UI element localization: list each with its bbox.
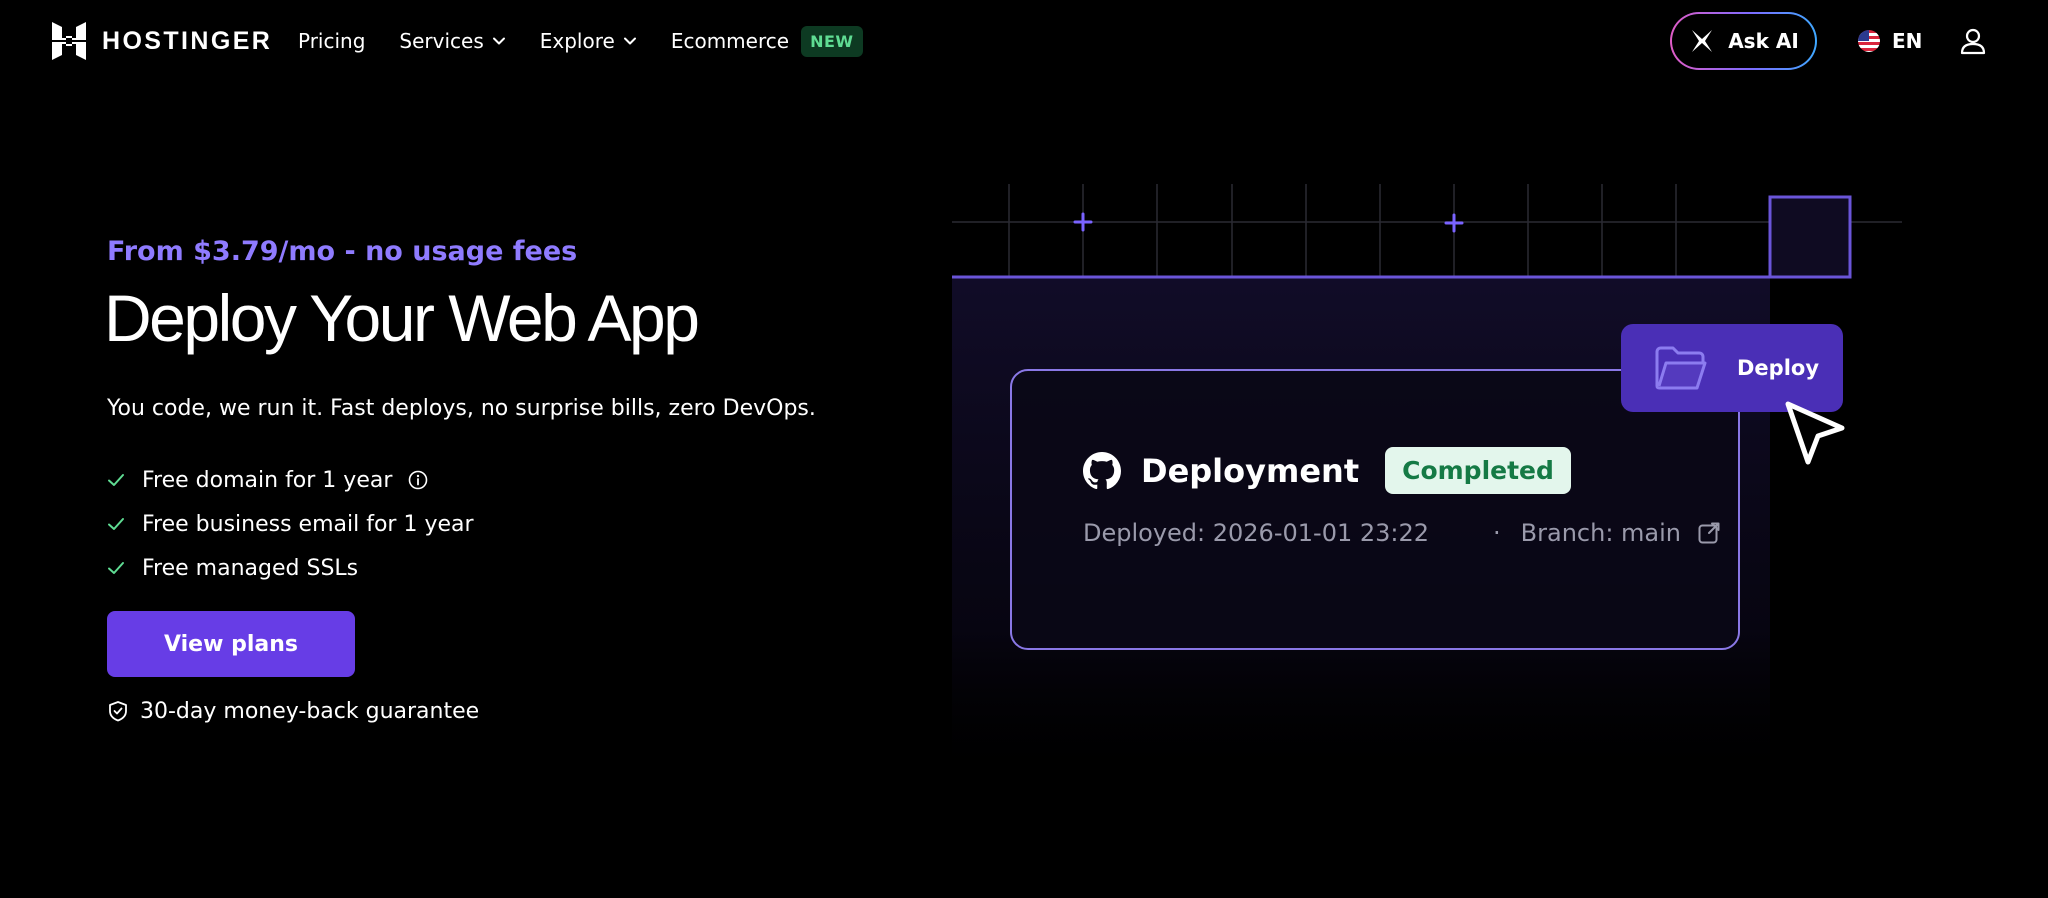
feature-list: Free domain for 1 year Free business ema… bbox=[107, 458, 474, 590]
info-icon[interactable] bbox=[408, 470, 428, 490]
deployment-title: Deployment bbox=[1141, 451, 1360, 490]
hero-subtitle: You code, we run it. Fast deploys, no su… bbox=[107, 396, 816, 421]
nav-item-label: Pricing bbox=[298, 29, 366, 53]
feature-item: Free business email for 1 year bbox=[107, 502, 474, 546]
new-badge: NEW bbox=[801, 25, 863, 57]
guarantee-text: 30-day money-back guarantee bbox=[140, 698, 480, 724]
view-plans-button[interactable]: View plans bbox=[107, 611, 355, 677]
status-badge: Completed bbox=[1385, 447, 1571, 494]
ask-ai-button[interactable]: Ask AI bbox=[1670, 12, 1817, 70]
user-icon[interactable] bbox=[1958, 26, 1988, 56]
hostinger-logo-icon bbox=[52, 22, 86, 60]
check-icon bbox=[108, 474, 124, 486]
feature-text: Free domain for 1 year bbox=[142, 467, 393, 493]
nav-item-label: Explore bbox=[539, 29, 615, 53]
language-selector[interactable]: EN bbox=[1858, 26, 1922, 56]
nav-item-explore[interactable]: Explore bbox=[540, 29, 637, 53]
github-icon bbox=[1083, 451, 1121, 489]
nav-item-services[interactable]: Services bbox=[399, 29, 505, 53]
feature-text: Free managed SSLs bbox=[142, 555, 359, 581]
deploy-button-label: Deploy bbox=[1737, 356, 1820, 380]
price-tagline: From $3.79/mo - no usage fees bbox=[107, 236, 578, 267]
external-link-icon[interactable] bbox=[1697, 521, 1721, 545]
feature-text: Free business email for 1 year bbox=[142, 511, 474, 537]
nav-item-ecommerce[interactable]: Ecommerce NEW bbox=[670, 25, 863, 57]
site-header: HOSTINGER Pricing Services Explore Ecomm… bbox=[0, 0, 2048, 82]
deployment-meta: Deployed: 2026-01-01 23:22 · Branch: mai… bbox=[1083, 519, 1721, 547]
language-label: EN bbox=[1892, 29, 1923, 53]
shield-check-icon bbox=[109, 701, 127, 722]
page-title: Deploy Your Web App bbox=[104, 281, 700, 355]
folder-icon bbox=[1655, 346, 1707, 390]
us-flag-icon bbox=[1858, 30, 1880, 52]
main-nav: Pricing Services Explore Ecommerce NEW bbox=[298, 24, 897, 58]
nav-item-label: Ecommerce bbox=[670, 29, 790, 53]
deployment-header: Deployment Completed bbox=[1083, 447, 1571, 494]
brand-name: HOSTINGER bbox=[102, 26, 273, 55]
meta-separator: · bbox=[1493, 519, 1501, 547]
feature-item: Free managed SSLs bbox=[107, 546, 474, 590]
ask-ai-label: Ask AI bbox=[1728, 29, 1799, 53]
check-icon bbox=[108, 562, 124, 574]
brand-logo[interactable]: HOSTINGER bbox=[50, 20, 272, 62]
nav-item-label: Services bbox=[399, 29, 484, 53]
chevron-down-icon bbox=[623, 37, 636, 45]
branch-name: Branch: main bbox=[1520, 519, 1682, 547]
nav-item-pricing[interactable]: Pricing bbox=[298, 29, 365, 53]
sparkle-icon bbox=[1692, 30, 1713, 52]
chevron-down-icon bbox=[492, 37, 505, 45]
money-back-guarantee: 30-day money-back guarantee bbox=[107, 696, 479, 726]
deployed-timestamp: Deployed: 2026-01-01 23:22 bbox=[1083, 519, 1430, 547]
feature-item: Free domain for 1 year bbox=[107, 458, 474, 502]
cursor-arrow-icon bbox=[1785, 401, 1845, 465]
ask-ai-button-inner: Ask AI bbox=[1672, 14, 1815, 68]
check-icon bbox=[108, 518, 124, 530]
deployment-illustration: Deployment Completed Deployed: 2026-01-0… bbox=[952, 184, 1902, 784]
